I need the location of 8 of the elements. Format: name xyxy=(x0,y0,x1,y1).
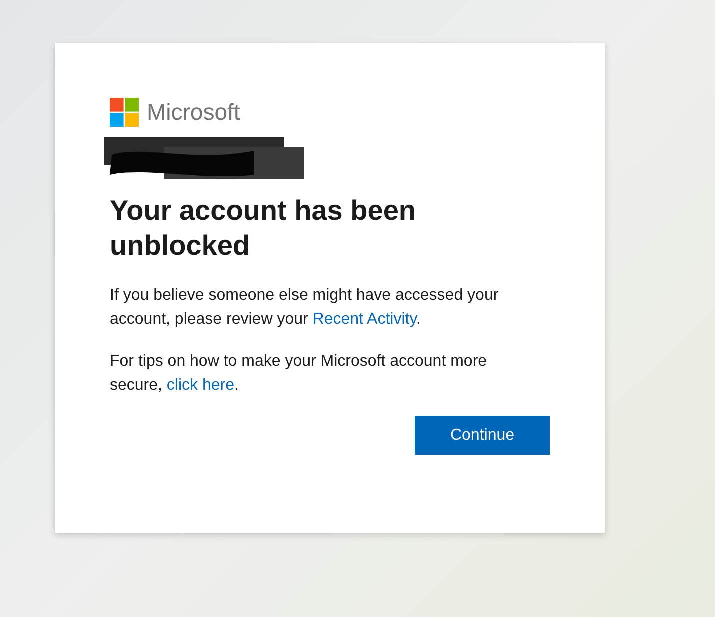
text-link[interactable]: click here xyxy=(166,377,234,394)
logo-icon xyxy=(110,98,139,126)
info-paragraph: For tips on how to make your Microsoft account more secure, click here. xyxy=(110,352,488,396)
page-heading: Your account has been unblocked xyxy=(110,194,417,263)
continue-button[interactable]: Continue xyxy=(415,416,550,455)
info-paragraph: If you believe someone else might have accessed your account, please review your Recent Activity. xyxy=(110,286,500,330)
logo-wordmark: Microsoft xyxy=(147,98,240,126)
text-link[interactable]: Recent Activity xyxy=(312,311,417,328)
